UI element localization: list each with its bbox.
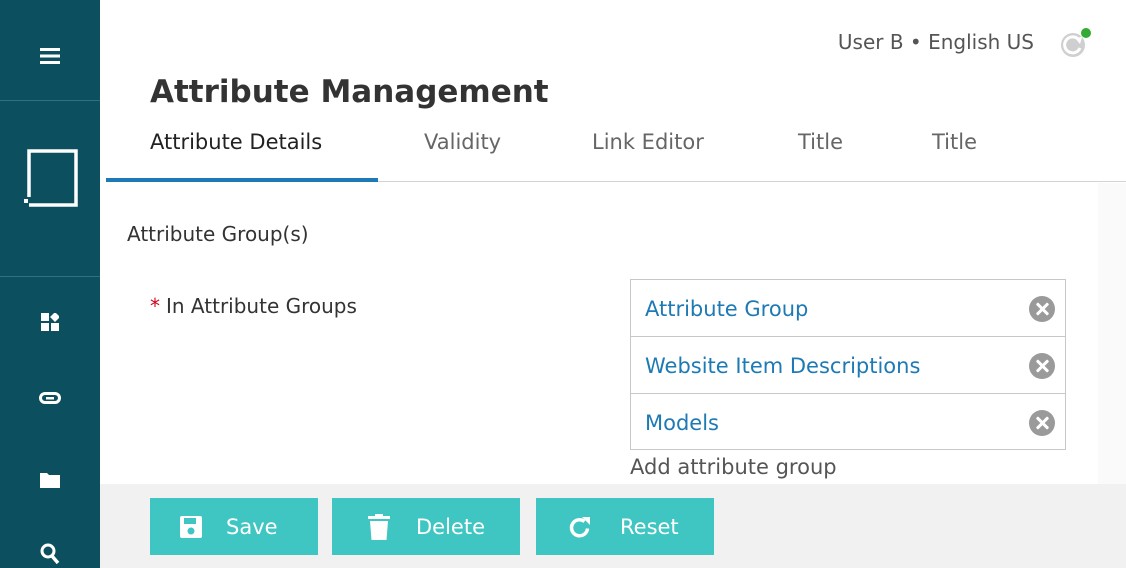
save-icon xyxy=(180,515,202,538)
trash-icon xyxy=(368,513,390,540)
dashboard-icon[interactable] xyxy=(0,308,100,336)
tab-attribute-details[interactable]: Attribute Details xyxy=(150,130,322,154)
link-icon[interactable] xyxy=(0,384,100,412)
section-heading: Attribute Group(s) xyxy=(127,222,309,246)
remove-icon[interactable] xyxy=(1029,353,1055,379)
delete-label: Delete xyxy=(416,514,485,539)
workspace-icon[interactable] xyxy=(0,148,100,210)
group-link[interactable]: Models xyxy=(645,411,719,435)
tab-bar: Attribute Details Validity Link Editor T… xyxy=(106,120,1126,182)
delete-button[interactable]: Delete xyxy=(332,498,520,555)
list-item: Attribute Group xyxy=(631,280,1065,337)
list-item: Models xyxy=(631,394,1065,450)
list-item: Website Item Descriptions xyxy=(631,337,1065,394)
save-label: Save xyxy=(226,514,278,539)
sidebar-divider xyxy=(0,276,100,277)
sidebar-divider xyxy=(0,100,100,101)
required-marker: * xyxy=(150,294,160,318)
refresh-icon xyxy=(568,515,592,539)
tab-title-1[interactable]: Title xyxy=(798,130,843,154)
sync-status-icon[interactable] xyxy=(1058,26,1092,60)
tab-validity[interactable]: Validity xyxy=(424,130,501,154)
tab-link-editor[interactable]: Link Editor xyxy=(592,130,704,154)
menu-icon[interactable] xyxy=(0,36,100,76)
attribute-group-list: Attribute Group Website Item Description… xyxy=(630,279,1066,450)
group-link[interactable]: Attribute Group xyxy=(645,297,808,321)
remove-icon[interactable] xyxy=(1029,296,1055,322)
add-attribute-group-link[interactable]: Add attribute group xyxy=(630,455,837,479)
group-link[interactable]: Website Item Descriptions xyxy=(645,354,920,378)
folder-icon[interactable] xyxy=(0,466,100,494)
reset-label: Reset xyxy=(620,514,679,539)
field-label-text: In Attribute Groups xyxy=(166,294,357,318)
tab-title-2[interactable]: Title xyxy=(932,130,977,154)
user-info[interactable]: User B • English US xyxy=(838,30,1034,54)
reset-button[interactable]: Reset xyxy=(536,498,714,555)
page-title: Attribute Management xyxy=(150,74,549,110)
remove-icon[interactable] xyxy=(1029,410,1055,436)
search-icon[interactable] xyxy=(0,540,100,568)
active-tab-indicator xyxy=(106,178,378,182)
save-button[interactable]: Save xyxy=(150,498,318,555)
app: User B • English US Attribute Management… xyxy=(0,0,1126,568)
field-label: * In Attribute Groups xyxy=(150,294,357,318)
sidebar xyxy=(0,0,100,568)
